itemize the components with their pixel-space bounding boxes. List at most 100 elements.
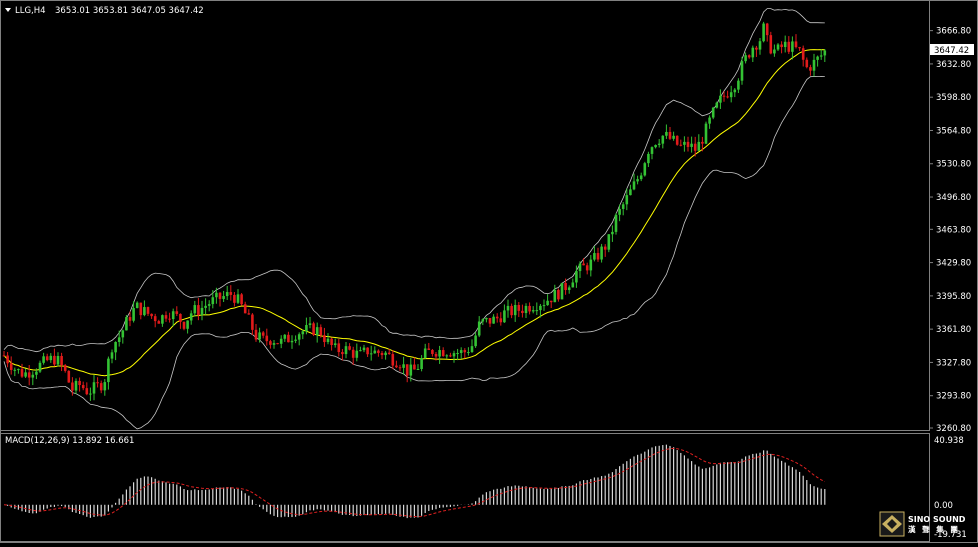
candle (603, 244, 607, 257)
candle (96, 377, 99, 388)
candle (377, 349, 380, 357)
candle (445, 354, 449, 359)
candle (665, 124, 668, 139)
candle (45, 353, 49, 362)
candle (200, 300, 204, 321)
candle (549, 300, 553, 309)
candle (355, 343, 359, 362)
candle (402, 356, 405, 375)
chart-canvas[interactable]: 3666.80 3632.80 3598.80 3564.80 3530.80 3496.… (0, 0, 978, 543)
candle (791, 36, 794, 60)
candle (20, 363, 24, 378)
dropdown-triangle-icon[interactable] (5, 8, 11, 12)
candle (308, 317, 312, 329)
candle (463, 348, 467, 359)
candle (521, 304, 524, 318)
candle (341, 348, 344, 361)
candle (571, 278, 575, 288)
candle (13, 367, 17, 377)
candle (2, 350, 6, 357)
candle (56, 352, 60, 367)
candle (121, 329, 125, 344)
candle (395, 360, 398, 369)
price-tick-label: 3293.80 (936, 392, 971, 402)
candle (513, 299, 517, 322)
candle (607, 234, 611, 253)
candle (492, 314, 495, 324)
candle (747, 54, 751, 59)
candle (629, 184, 632, 196)
candle (560, 282, 564, 300)
candle (272, 339, 276, 349)
candle (31, 371, 35, 386)
candle (283, 334, 287, 342)
candle (49, 353, 53, 363)
candle (330, 337, 333, 351)
candle (359, 346, 362, 352)
candle (438, 345, 441, 364)
candle (506, 299, 510, 318)
chart-header: LLG,H4 3653.01 3653.81 3647.05 3647.42 (5, 6, 204, 16)
candle (211, 290, 215, 309)
candle (413, 357, 416, 370)
candle (416, 364, 420, 370)
candle (135, 301, 139, 309)
logo-subtext: 漢 聲 集 團 (908, 524, 960, 534)
candle (384, 350, 387, 360)
bollinger-lower (3, 75, 825, 430)
candle (254, 324, 258, 342)
candle (78, 377, 81, 392)
candle (503, 304, 506, 323)
candle (290, 335, 294, 349)
candle (164, 311, 168, 322)
candle (229, 285, 233, 301)
candle (647, 151, 650, 167)
candle (326, 333, 330, 345)
candle (535, 302, 539, 316)
candle (24, 368, 27, 379)
macd-pane-border (0, 433, 930, 542)
candle (99, 380, 103, 394)
candle (812, 53, 816, 77)
candle (323, 327, 326, 347)
candle (823, 49, 827, 63)
candle (85, 382, 89, 396)
candle (614, 213, 618, 235)
candle (405, 364, 409, 383)
candle (247, 309, 251, 315)
candle (391, 350, 395, 370)
candle (42, 352, 45, 365)
candle (765, 22, 769, 42)
candle (344, 342, 348, 359)
candle (773, 44, 776, 57)
candle (218, 292, 222, 307)
candle (81, 381, 85, 391)
candle (668, 127, 672, 140)
candle (621, 201, 625, 216)
candle (276, 342, 279, 345)
candle (287, 331, 290, 343)
candle (431, 348, 434, 357)
candle (726, 90, 729, 99)
candle (369, 345, 373, 361)
candle (89, 387, 92, 401)
candle (161, 314, 164, 327)
candle (60, 352, 63, 372)
candle (787, 36, 791, 54)
candle (107, 356, 110, 390)
candle (477, 316, 481, 338)
candle (207, 300, 211, 312)
candle (139, 302, 143, 320)
candle (251, 313, 254, 335)
candle (186, 320, 189, 334)
candle (488, 317, 492, 328)
candle (510, 303, 513, 319)
candle (467, 347, 470, 356)
candle (366, 347, 369, 357)
candle (733, 88, 737, 98)
chart-window[interactable]: 3666.80 3632.80 3598.80 3564.80 3530.80 3496.… (0, 0, 978, 543)
macd-axis-top: 40.938 (934, 436, 964, 446)
candle (449, 352, 452, 358)
candle (639, 172, 643, 182)
candle (582, 258, 585, 266)
